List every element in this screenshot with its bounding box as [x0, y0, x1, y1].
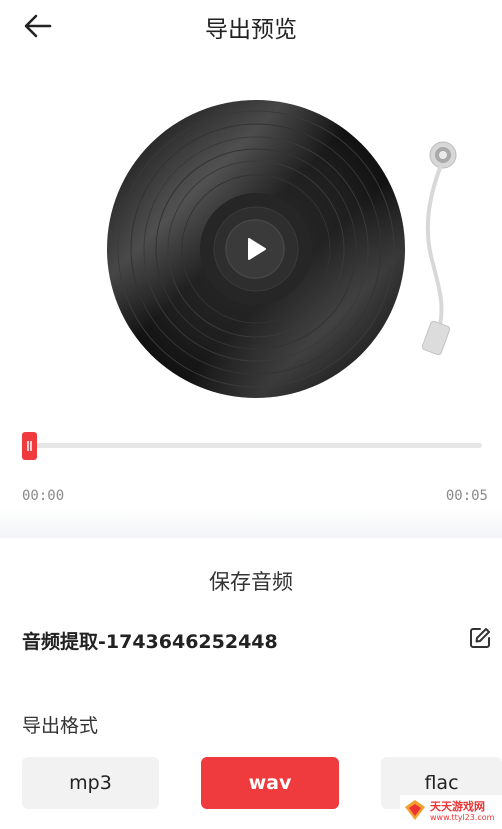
watermark-text: 天天游戏网	[430, 800, 485, 813]
edit-icon	[470, 628, 490, 648]
watermark-logo-icon	[405, 800, 425, 820]
watermark-url: www.ttyl23.com	[430, 813, 495, 822]
page-title: 导出预览	[205, 17, 297, 43]
play-button[interactable]	[224, 218, 286, 280]
total-time: 00:05	[445, 488, 488, 504]
format-option-wav[interactable]: wav	[201, 757, 339, 809]
format-label: 导出格式	[22, 715, 99, 737]
tonearm-icon	[410, 140, 470, 360]
watermark: 天天游戏网 www.ttyl23.com	[400, 795, 502, 829]
progress-slider[interactable]	[22, 432, 482, 460]
header: 导出预览	[0, 0, 502, 52]
file-name: 音频提取-1743646252448	[22, 631, 278, 653]
progress-track	[22, 443, 482, 448]
progress-thumb[interactable]	[22, 432, 37, 460]
save-title: 保存音频	[209, 570, 293, 594]
edit-filename-button[interactable]	[468, 626, 492, 650]
play-icon	[225, 219, 285, 279]
section-divider	[0, 508, 502, 538]
current-time: 00:00	[22, 488, 65, 504]
format-option-mp3[interactable]: mp3	[22, 757, 159, 809]
